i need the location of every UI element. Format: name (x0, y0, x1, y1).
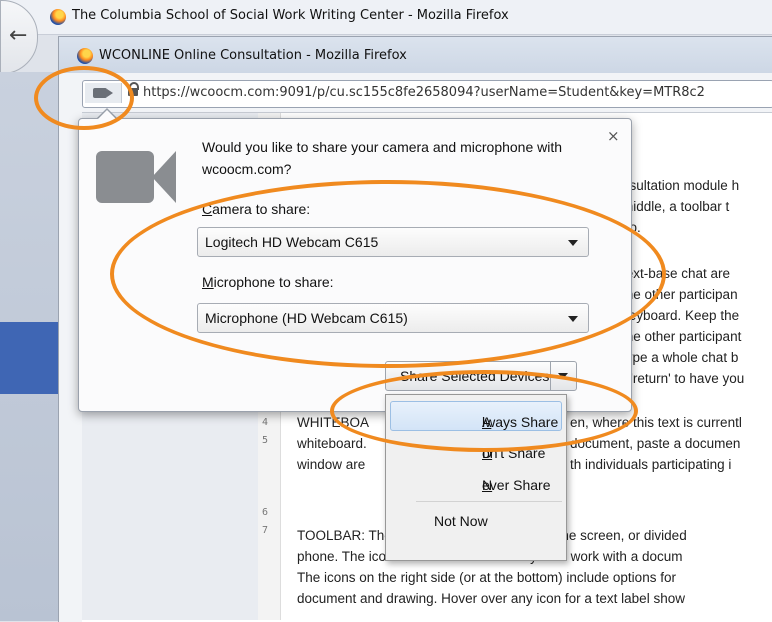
close-icon[interactable]: × (607, 127, 620, 145)
document-line: r 'return' to have you (622, 371, 745, 386)
consultation-window-titlebar: WCONLINE Online Consultation - Mozilla F… (59, 37, 772, 73)
menu-item-never-share[interactable]: Never Share (386, 465, 566, 493)
menu-item-not-now[interactable]: Not Now (386, 507, 566, 535)
prompt-pointer-inner (97, 110, 117, 120)
permission-question: Would you like to share your camera and … (202, 139, 563, 177)
document-line: th individuals participating i (570, 457, 732, 472)
camera-icon (96, 151, 154, 203)
share-options-menu: Always Share Don't Share Never Share Not… (385, 394, 567, 561)
firefox-logo-icon (77, 48, 93, 64)
microphone-label: Microphone to share: (202, 274, 334, 290)
camera-icon (93, 88, 113, 98)
document-line: whiteboard. (297, 436, 367, 451)
document-line: the other participant (622, 329, 742, 344)
chevron-down-icon (568, 240, 578, 246)
document-line: type a whole chat b (622, 350, 739, 365)
document-line: text-base chat are (622, 266, 731, 281)
menu-separator (416, 501, 562, 502)
share-options-dropdown-icon[interactable] (558, 373, 568, 379)
line-number: 5 (262, 435, 269, 446)
menu-item-always-share[interactable]: Always Share (390, 401, 562, 431)
lock-icon (128, 82, 139, 96)
consultation-window-title: WCONLINE Online Consultation - Mozilla F… (99, 48, 407, 63)
url-text[interactable]: https://wcoocm.com:9091/p/cu.sc155c8fe26… (143, 85, 772, 100)
share-selected-devices-button[interactable]: Share Selected Devices (385, 361, 577, 391)
outer-window-blue-panel (0, 322, 58, 394)
document-line: nsultation module h (622, 178, 740, 193)
document-line: document, paste a documen (570, 436, 741, 451)
menu-item-dont-share[interactable]: Don't Share (386, 433, 566, 461)
outer-window-titlebar: The Columbia School of Social Work Writi… (0, 0, 772, 35)
camera-label: Camera to share: (202, 201, 311, 217)
microphone-select[interactable]: Microphone (HD Webcam C615) (197, 303, 589, 333)
url-bar[interactable]: https://wcoocm.com:9091/p/cu.sc155c8fe26… (82, 80, 772, 108)
document-line: en, where this text is currentl (570, 415, 742, 430)
document-line: document and drawing. Hover over any ico… (297, 591, 685, 606)
document-line: the other participan (622, 287, 738, 302)
line-number: 4 (262, 417, 269, 428)
camera-select-value: Logitech HD Webcam C615 (205, 234, 379, 250)
outer-window-sidebar (0, 72, 58, 621)
line-number: 7 (262, 525, 269, 536)
firefox-logo-icon (50, 9, 66, 25)
chevron-down-icon (568, 316, 578, 322)
share-button-label: Share Selected Devices (400, 368, 550, 384)
document-line: keyboard. Keep the (622, 308, 740, 323)
microphone-select-value: Microphone (HD Webcam C615) (205, 310, 408, 326)
document-line: The icons on the right side (or at the b… (297, 570, 676, 585)
line-number: 6 (262, 507, 269, 518)
document-line: middle, a toolbar t (622, 199, 730, 214)
document-line: window are (297, 457, 366, 472)
document-line: WHITEBOA (297, 415, 370, 430)
back-arrow-icon: ← (9, 23, 28, 48)
camera-lens-icon (152, 151, 176, 203)
camera-permission-indicator[interactable] (85, 83, 122, 103)
outer-window-title: The Columbia School of Social Work Writi… (72, 8, 509, 23)
camera-select[interactable]: Logitech HD Webcam C615 (197, 227, 589, 257)
